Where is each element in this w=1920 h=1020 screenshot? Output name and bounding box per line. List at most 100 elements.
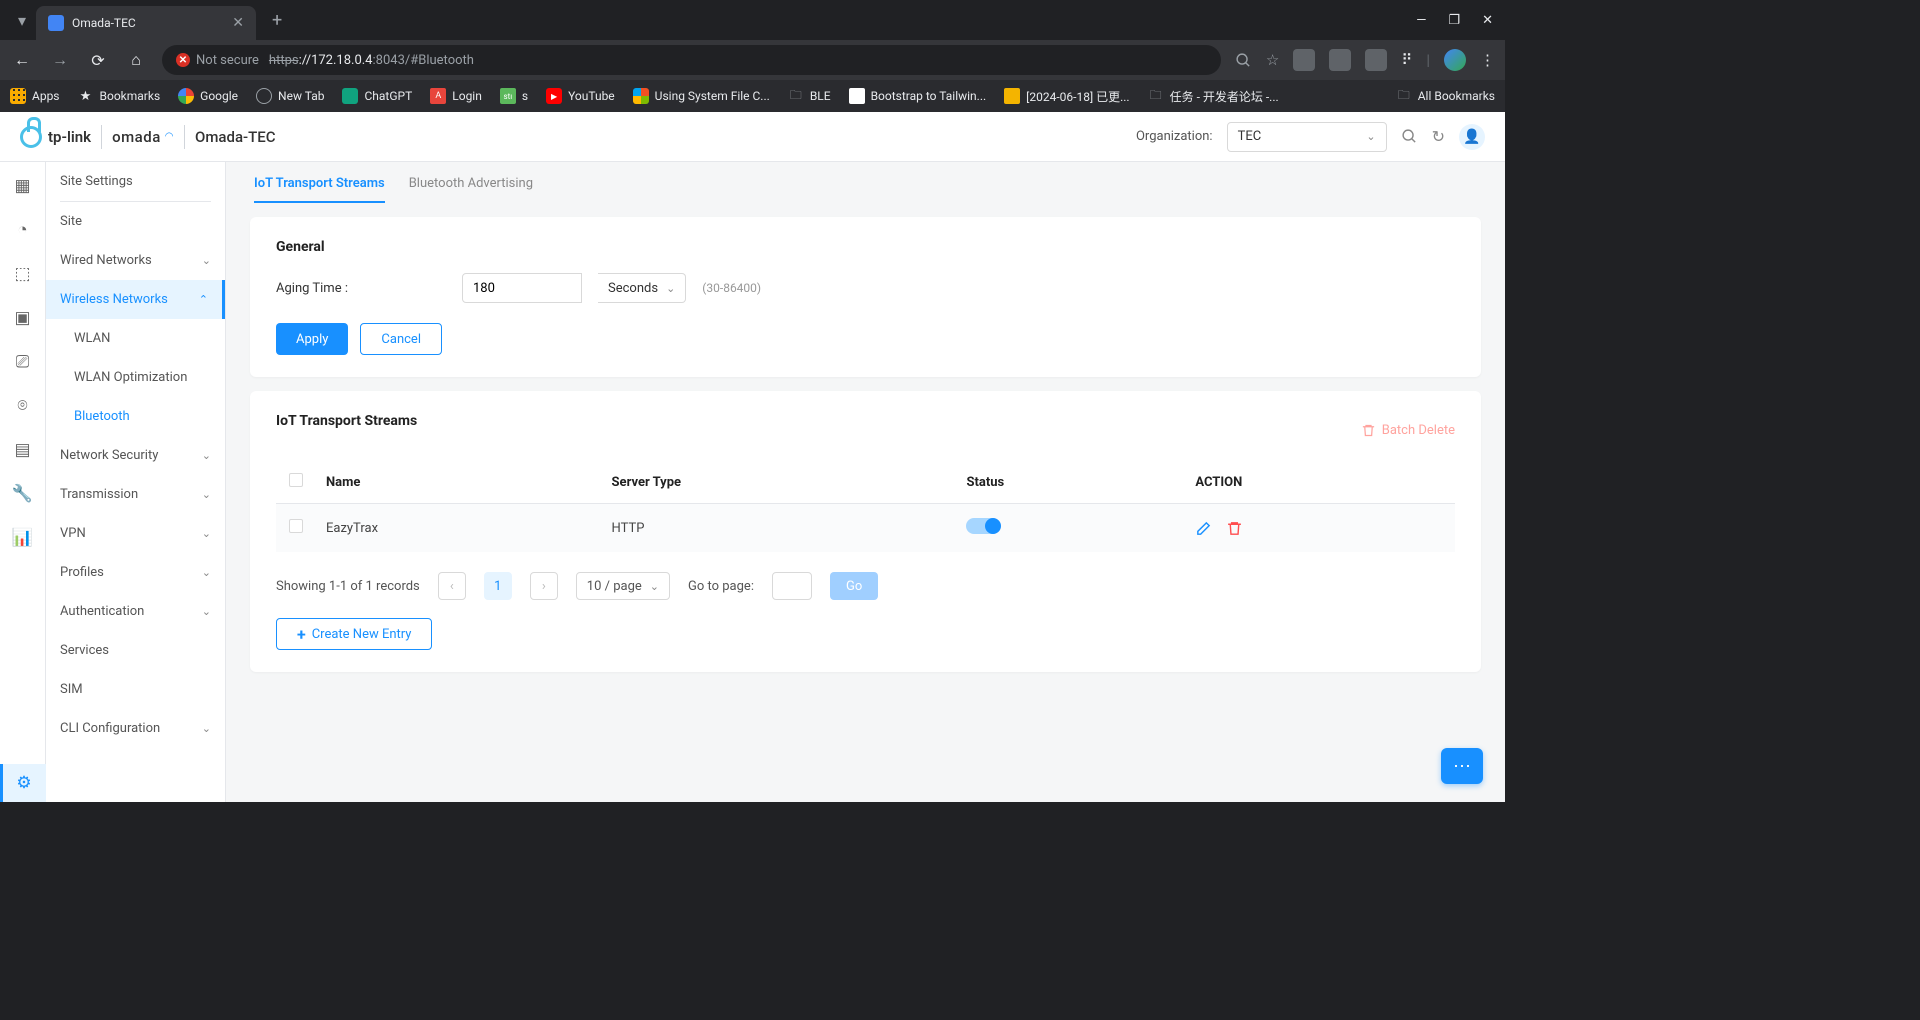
edit-icon[interactable]: [1195, 520, 1212, 537]
search-icon[interactable]: [1401, 128, 1418, 145]
rail-insights-icon[interactable]: ⌾: [11, 394, 35, 418]
chevron-down-icon: ⌄: [202, 254, 211, 267]
next-page-button[interactable]: ›: [530, 572, 558, 600]
bookmark-using-system[interactable]: Using System File C...: [633, 88, 770, 104]
rail-stats-icon[interactable]: ◔: [11, 218, 35, 242]
create-new-entry-button[interactable]: + Create New Entry: [276, 618, 432, 650]
tab-iot-streams[interactable]: IoT Transport Streams: [254, 176, 385, 203]
sidebar-item-transmission[interactable]: Transmission⌄: [46, 475, 225, 514]
tab-bt-advertising[interactable]: Bluetooth Advertising: [409, 176, 533, 203]
apps-grid-icon: [10, 88, 26, 104]
extension-icon-3[interactable]: [1365, 49, 1387, 71]
rail-settings-icon[interactable]: ⚙: [0, 764, 46, 802]
rail-map-icon[interactable]: ⬚: [11, 262, 35, 286]
sidebar-item-cli[interactable]: CLI Configuration⌄: [46, 709, 225, 748]
search-icon[interactable]: [1235, 52, 1252, 69]
bookmark-star-icon[interactable]: ☆: [1266, 51, 1279, 69]
rail-clients-icon[interactable]: ⎚: [11, 350, 35, 374]
tplink-logo: tp-link: [20, 126, 91, 148]
extensions-puzzle-icon[interactable]: ⠟: [1401, 51, 1412, 69]
s-icon: stı: [500, 88, 516, 104]
aging-time-input[interactable]: [462, 273, 582, 303]
sidebar-item-wlan-opt[interactable]: WLAN Optimization: [46, 358, 225, 397]
bookmark-ble[interactable]: 🗀BLE: [788, 88, 831, 104]
folder-icon: 🗀: [1396, 88, 1412, 104]
bookmark-chatgpt[interactable]: ChatGPT: [342, 88, 412, 104]
sidebar-item-services[interactable]: Services: [46, 631, 225, 670]
tab-search-dropdown[interactable]: ▾: [8, 6, 36, 34]
organization-select[interactable]: TEC ⌄: [1227, 122, 1387, 152]
new-tab-button[interactable]: +: [264, 6, 290, 35]
address-bar[interactable]: ✕ Not secure https://172.18.0.4:8043/#Bl…: [162, 45, 1221, 75]
doc-icon: [849, 88, 865, 104]
extension-icon-1[interactable]: [1293, 49, 1315, 71]
col-name: Name: [316, 461, 602, 504]
rail-logs-icon[interactable]: ▤: [11, 438, 35, 462]
sidebar-item-netsec[interactable]: Network Security⌄: [46, 436, 225, 475]
sidebar-item-profiles[interactable]: Profiles⌄: [46, 553, 225, 592]
forward-button[interactable]: →: [48, 50, 72, 70]
page-1-button[interactable]: 1: [484, 572, 512, 600]
sidebar-item-wlan[interactable]: WLAN: [46, 319, 225, 358]
go-button[interactable]: Go: [830, 572, 878, 600]
bookmark-bootstrap[interactable]: Bootstrap to Tailwin...: [849, 88, 987, 104]
not-secure-label: Not secure: [196, 53, 259, 68]
sidebar-item-vpn[interactable]: VPN⌄: [46, 514, 225, 553]
delete-icon[interactable]: [1226, 520, 1243, 537]
bookmark-bookmarks[interactable]: ★Bookmarks: [78, 88, 161, 104]
maximize-button[interactable]: ❐: [1448, 13, 1460, 28]
close-window-button[interactable]: ✕: [1482, 13, 1493, 28]
sidebar-item-bluetooth[interactable]: Bluetooth: [46, 397, 225, 436]
rail-devices-icon[interactable]: ▣: [11, 306, 35, 330]
chevron-down-icon: ⌄: [202, 605, 211, 618]
sidebar-item-wired[interactable]: Wired Networks⌄: [46, 241, 225, 280]
bookmark-date[interactable]: [2024-06-18] 已更...: [1004, 88, 1129, 105]
rail-tools-icon[interactable]: 🔧: [11, 482, 35, 506]
bookmark-newtab[interactable]: New Tab: [256, 88, 324, 104]
sidebar-item-wireless[interactable]: Wireless Networks⌃: [46, 280, 225, 319]
prev-page-button[interactable]: ‹: [438, 572, 466, 600]
folder-icon: 🗀: [788, 88, 804, 104]
sidebar-item-site-settings[interactable]: Site Settings: [46, 162, 225, 201]
user-avatar[interactable]: 👤: [1459, 124, 1485, 150]
browser-menu-icon[interactable]: ⋮: [1480, 51, 1495, 69]
cell-name: EazyTrax: [316, 504, 602, 553]
sidebar-item-auth[interactable]: Authentication⌄: [46, 592, 225, 631]
rail-dashboard-icon[interactable]: ▦: [11, 174, 35, 198]
sidebar-item-sim[interactable]: SIM: [46, 670, 225, 709]
minimize-button[interactable]: —: [1416, 13, 1426, 28]
extension-icon-2[interactable]: [1329, 49, 1351, 71]
tab-close-icon[interactable]: ✕: [232, 15, 244, 31]
browser-tab-strip: ▾ Omada-TEC ✕ + — ❐ ✕: [0, 0, 1505, 40]
apply-button[interactable]: Apply: [276, 323, 348, 355]
back-button[interactable]: ←: [10, 50, 34, 70]
refresh-icon[interactable]: ↻: [1432, 127, 1445, 146]
chat-widget[interactable]: ⋯: [1441, 748, 1483, 784]
home-button[interactable]: ⌂: [124, 50, 148, 70]
cancel-button[interactable]: Cancel: [360, 323, 442, 355]
general-panel: General Aging Time : Seconds ⌄ (30-86400…: [250, 217, 1481, 377]
site-name: Omada-TEC: [195, 128, 276, 146]
goto-page-input[interactable]: [772, 572, 812, 600]
batch-delete-button[interactable]: Batch Delete: [1361, 423, 1455, 438]
aging-unit-select[interactable]: Seconds ⌄: [598, 273, 686, 303]
divider: [101, 125, 102, 149]
profile-avatar[interactable]: [1444, 49, 1466, 71]
status-switch[interactable]: [966, 518, 1000, 534]
bookmark-google[interactable]: Google: [178, 88, 238, 104]
row-checkbox[interactable]: [289, 519, 303, 533]
reload-button[interactable]: ⟳: [86, 51, 110, 70]
page-size-select[interactable]: 10 / page ⌄: [576, 572, 670, 600]
bookmark-s[interactable]: stıs: [500, 88, 528, 104]
sidebar-item-site[interactable]: Site: [46, 202, 225, 241]
bookmark-youtube[interactable]: ▶YouTube: [546, 88, 615, 104]
select-all-checkbox[interactable]: [289, 473, 303, 487]
all-bookmarks[interactable]: 🗀All Bookmarks: [1396, 88, 1495, 104]
settings-sidebar: Site Settings Site Wired Networks⌄ Wirel…: [46, 162, 226, 802]
bookmark-login[interactable]: ALogin: [430, 88, 482, 104]
bookmark-task[interactable]: 🗀任务 - 开发者论坛 -...: [1148, 88, 1279, 105]
rail-reports-icon[interactable]: 📊: [11, 526, 35, 550]
browser-tab[interactable]: Omada-TEC ✕: [36, 6, 256, 40]
bookmark-apps[interactable]: Apps: [10, 88, 60, 104]
security-indicator[interactable]: ✕ Not secure: [176, 53, 259, 68]
